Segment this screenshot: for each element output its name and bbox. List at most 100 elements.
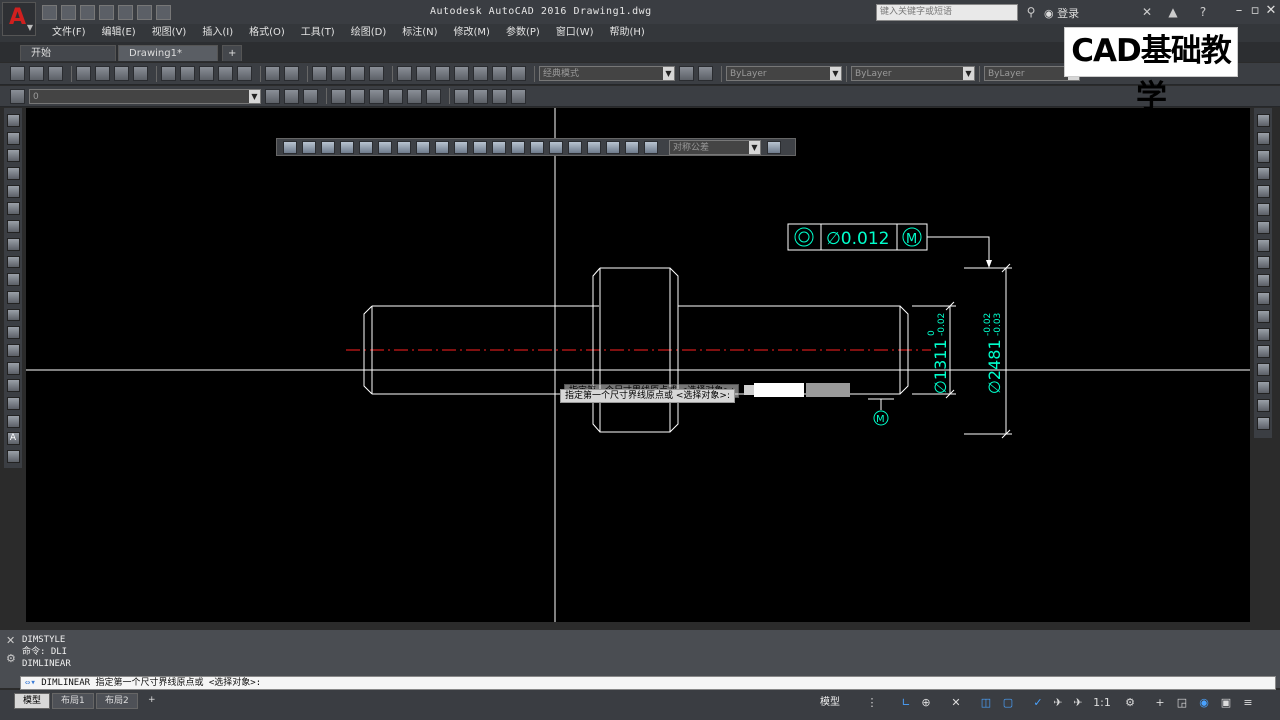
jogged-icon[interactable]: [378, 140, 392, 154]
application-menu-button[interactable]: A ▼: [2, 2, 36, 36]
ordinate-icon[interactable]: [340, 140, 354, 154]
hatch-icon[interactable]: [6, 361, 20, 375]
layer-delete-icon[interactable]: [492, 88, 507, 104]
menu-format[interactable]: 格式(O): [241, 24, 293, 42]
dim-space-icon[interactable]: [492, 140, 506, 154]
hardware-accel-icon[interactable]: ◉: [1196, 696, 1212, 710]
break-icon[interactable]: [1256, 327, 1270, 341]
open-icon[interactable]: [61, 5, 76, 20]
linetype-select[interactable]: ByLayer ▼: [851, 66, 975, 81]
drawing-canvas[interactable]: ∅0.012 M ∅1311 0 -0.02 ∅2481 -0.02 -0.03…: [26, 108, 1250, 622]
menu-tools[interactable]: 工具(T): [293, 24, 343, 42]
layer-previous-icon[interactable]: [284, 88, 299, 104]
zoom-previous-icon[interactable]: [369, 66, 384, 81]
copy-to-layer-icon[interactable]: [511, 88, 526, 104]
add-layout-button[interactable]: +: [140, 693, 164, 707]
maximize-icon[interactable]: ▫: [1248, 3, 1262, 19]
ellipse-icon[interactable]: [6, 273, 20, 287]
workspace-select[interactable]: 经典模式 ▼: [539, 66, 675, 81]
baseline-icon[interactable]: [454, 140, 468, 154]
wrench-icon[interactable]: ⚙: [6, 652, 16, 665]
isolate-icon[interactable]: ◲: [1174, 696, 1190, 710]
help-icon[interactable]: ?: [1196, 5, 1210, 19]
linear-dim-icon[interactable]: [283, 140, 297, 154]
tool-palettes-icon[interactable]: [435, 66, 450, 81]
layer-lock-icon[interactable]: [407, 88, 422, 104]
menu-edit[interactable]: 编辑(E): [94, 24, 144, 42]
layer-states-icon[interactable]: [303, 88, 318, 104]
annotation-scale-select[interactable]: 1:1: [1090, 696, 1114, 710]
annotation-visibility-icon[interactable]: ✈: [1050, 696, 1066, 710]
tab-drawing1[interactable]: Drawing1*: [118, 45, 218, 61]
binoculars-icon[interactable]: ⚲: [1024, 5, 1038, 19]
move-icon[interactable]: [1256, 202, 1270, 216]
menu-view[interactable]: 视图(V): [144, 24, 195, 42]
help-icon[interactable]: [511, 66, 526, 81]
gradient-icon[interactable]: [6, 379, 20, 393]
explode-icon[interactable]: [1256, 416, 1270, 430]
zoom-window-icon[interactable]: [350, 66, 365, 81]
publish-icon[interactable]: [114, 66, 129, 81]
workspace-settings-icon[interactable]: [698, 66, 713, 81]
radius-icon[interactable]: [359, 140, 373, 154]
search-input[interactable]: 键入关键字或短语: [876, 4, 1018, 21]
osnap-icon[interactable]: ◫: [978, 696, 994, 710]
dynamic-input-y[interactable]: [806, 383, 850, 397]
design-center-icon[interactable]: [416, 66, 431, 81]
new-icon[interactable]: [10, 66, 25, 81]
stretch-icon[interactable]: [1256, 256, 1270, 270]
save-icon[interactable]: [80, 5, 95, 20]
center-mark-icon[interactable]: [549, 140, 563, 154]
point-icon[interactable]: [6, 343, 20, 357]
plot-icon[interactable]: [76, 66, 91, 81]
dim-edit-icon[interactable]: [606, 140, 620, 154]
rectangle-icon[interactable]: [6, 184, 20, 198]
3d-print-icon[interactable]: [133, 66, 148, 81]
arc-length-icon[interactable]: [321, 140, 335, 154]
zoom-realtime-icon[interactable]: [331, 66, 346, 81]
minimize-icon[interactable]: –: [1232, 3, 1246, 19]
menu-dimension[interactable]: 标注(N): [394, 24, 445, 42]
join-icon[interactable]: [1256, 345, 1270, 359]
dim-style-select[interactable]: 对称公差 ▼: [669, 139, 761, 155]
clean-screen-icon[interactable]: ▣: [1218, 696, 1234, 710]
undo-icon[interactable]: [137, 5, 152, 20]
close-icon[interactable]: ✕: [1264, 3, 1278, 19]
layer-isolate-icon[interactable]: [331, 88, 346, 104]
table-icon[interactable]: [6, 414, 20, 428]
erase-icon[interactable]: [1256, 114, 1270, 127]
arc-icon[interactable]: [6, 202, 20, 216]
polar-icon[interactable]: ✕: [948, 696, 964, 710]
redo-icon[interactable]: [284, 66, 299, 81]
mirror-icon[interactable]: [1256, 149, 1270, 163]
inspection-icon[interactable]: [568, 140, 582, 154]
revision-cloud-icon[interactable]: [6, 237, 20, 251]
pan-icon[interactable]: [312, 66, 327, 81]
add-selected-icon[interactable]: [6, 450, 20, 464]
quick-dim-icon[interactable]: [435, 140, 449, 154]
continue-icon[interactable]: [473, 140, 487, 154]
dim-break-icon[interactable]: [511, 140, 525, 154]
block-editor-icon[interactable]: [237, 66, 252, 81]
multiline-text-icon[interactable]: A: [6, 432, 20, 446]
tolerance-icon[interactable]: [530, 140, 544, 154]
model-space-button[interactable]: 模型: [818, 696, 842, 710]
fillet-icon[interactable]: [1256, 380, 1270, 394]
sign-in-button[interactable]: ◉ 登录: [1044, 5, 1079, 21]
circle-icon[interactable]: [6, 220, 20, 234]
grid-icon[interactable]: ⋮: [864, 696, 880, 710]
menu-help[interactable]: 帮助(H): [602, 24, 653, 42]
layer-merge-icon[interactable]: [473, 88, 488, 104]
calculator-icon[interactable]: [492, 66, 507, 81]
gear-icon[interactable]: [679, 66, 694, 81]
tab-start[interactable]: 开始: [20, 45, 116, 61]
tab-new[interactable]: +: [222, 45, 242, 61]
tab-model[interactable]: 模型: [14, 693, 51, 709]
rotate-icon[interactable]: [1256, 220, 1270, 234]
customization-icon[interactable]: ≡: [1240, 696, 1256, 710]
menu-draw[interactable]: 绘图(D): [343, 24, 395, 42]
markup-icon[interactable]: [473, 66, 488, 81]
extend-icon[interactable]: [1256, 291, 1270, 305]
diameter-icon[interactable]: [397, 140, 411, 154]
undo-icon[interactable]: [265, 66, 280, 81]
